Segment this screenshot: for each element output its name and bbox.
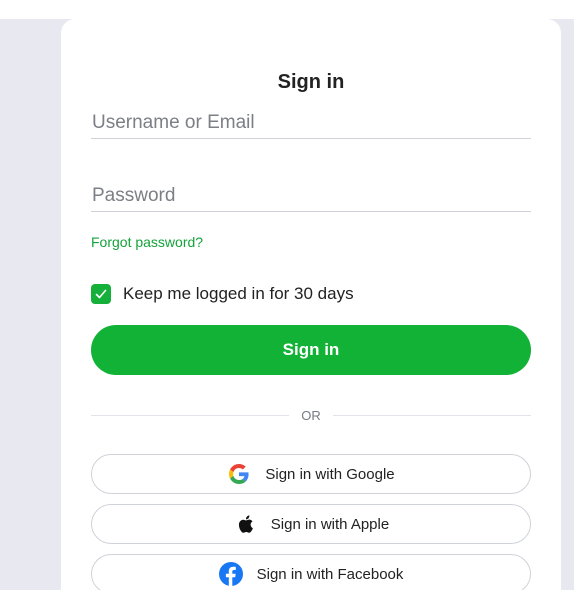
apple-icon <box>233 512 257 536</box>
sign-in-facebook-button[interactable]: Sign in with Facebook <box>91 554 531 590</box>
username-input[interactable] <box>91 107 531 139</box>
keep-logged-in-label: Keep me logged in for 30 days <box>123 284 354 303</box>
page-title: Sign in <box>277 71 345 93</box>
or-divider: OR <box>91 405 531 425</box>
sign-in-button[interactable]: Sign in <box>91 325 531 375</box>
divider-line-left <box>91 414 290 416</box>
keep-logged-in-checkbox[interactable]: Keep me logged in for 30 days <box>91 282 354 306</box>
facebook-icon <box>218 562 243 586</box>
forgot-password-link[interactable]: Forgot password? <box>91 234 203 250</box>
or-label: OR <box>301 407 321 423</box>
checkbox-checked-icon[interactable] <box>91 284 111 304</box>
signin-card: Sign in Forgot password? Keep me logged … <box>61 19 561 590</box>
divider-line-right <box>332 414 531 416</box>
facebook-button-label: Sign in with Facebook <box>256 565 404 583</box>
sign-in-google-button[interactable]: Sign in with Google <box>91 454 531 494</box>
sign-in-apple-button[interactable]: Sign in with Apple <box>91 504 531 544</box>
apple-button-label: Sign in with Apple <box>270 515 390 533</box>
google-icon <box>227 462 251 486</box>
google-button-label: Sign in with Google <box>265 465 395 483</box>
password-input[interactable] <box>91 180 531 212</box>
